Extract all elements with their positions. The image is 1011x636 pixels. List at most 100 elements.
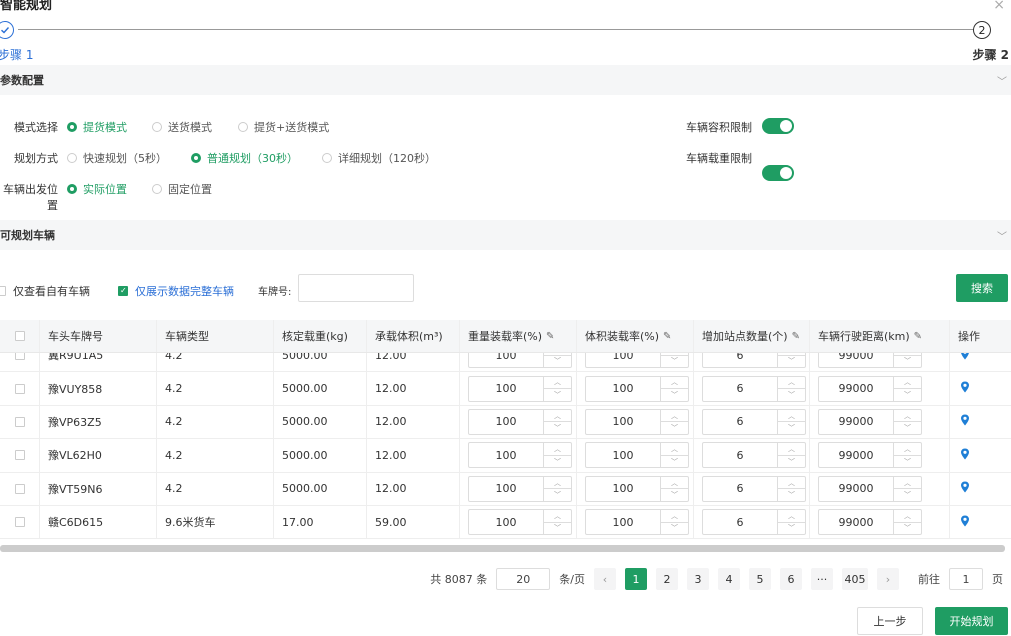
location-pin-icon[interactable] — [960, 381, 970, 396]
chevron-down-icon[interactable]: ﹀ — [778, 422, 805, 434]
table-row[interactable]: 豫VP63Z5 4.2 5000.00 12.00 100 ︿ ﹀ 100 ︿ ﹀ 6 ︿ ﹀ 99000… — [0, 405, 1011, 440]
stepper-value[interactable]: 6 — [703, 510, 777, 534]
stepper-value[interactable]: 6 — [703, 477, 777, 501]
page-4[interactable]: 4 — [718, 568, 740, 590]
stepper-value[interactable]: 99000 — [819, 443, 893, 467]
location-pin-icon[interactable] — [960, 481, 970, 496]
stepper-value[interactable]: 6 — [703, 443, 777, 467]
header-select-all[interactable] — [0, 320, 40, 352]
radio-start-fixed[interactable]: 固定位置 — [152, 181, 212, 197]
chevron-up-icon[interactable]: ︿ — [544, 377, 571, 390]
goto-page-input[interactable]: 1 — [949, 568, 983, 590]
chevron-up-icon[interactable]: ︿ — [894, 510, 921, 523]
stepper-value[interactable]: 99000 — [819, 477, 893, 501]
stepper-value[interactable]: 100 — [469, 443, 543, 467]
radio-plan-detailed[interactable]: 详细规划（120秒） — [322, 150, 436, 166]
number-stepper[interactable]: 100︿﹀ — [585, 353, 689, 369]
radio-start-actual[interactable]: 实际位置 — [67, 181, 127, 197]
table-body[interactable]: 冀R9U1A54.25000.0012.00100︿﹀100︿﹀6︿﹀99000… — [0, 353, 1011, 545]
stepper-value[interactable]: 100 — [586, 410, 660, 434]
chevron-down-icon[interactable]: ﹀ — [894, 456, 921, 468]
search-button[interactable]: 搜索 — [956, 274, 1008, 302]
number-stepper[interactable]: 100︿﹀ — [468, 408, 572, 435]
stepper-value[interactable]: 99000 — [819, 353, 893, 367]
number-stepper[interactable]: 100︿﹀ — [585, 442, 689, 469]
stepper-value[interactable]: 100 — [469, 510, 543, 534]
number-stepper[interactable]: 6︿﹀ — [702, 509, 806, 536]
radio-mode-delivery[interactable]: 送货模式 — [152, 119, 212, 135]
stepper-value[interactable]: 6 — [703, 410, 777, 434]
row-select-cell[interactable] — [0, 505, 40, 539]
weight-limit-toggle[interactable] — [762, 165, 794, 181]
complete-data-checkbox[interactable]: 仅展示数据完整车辆 — [118, 283, 234, 299]
table-row[interactable]: 豫VL62H0 4.2 5000.00 12.00 100 ︿ ﹀ 100 ︿ ﹀ 6 ︿ ﹀ 99000… — [0, 439, 1011, 473]
number-stepper[interactable]: 100︿﹀ — [585, 475, 689, 502]
chevron-down-icon[interactable]: ﹀ — [544, 456, 571, 468]
number-stepper[interactable]: 6︿﹀ — [702, 442, 806, 469]
plate-input[interactable] — [298, 274, 414, 302]
prev-step-button[interactable]: 上一步 — [857, 607, 923, 635]
number-stepper[interactable]: 6︿﹀ — [702, 353, 806, 369]
chevron-down-icon[interactable]: ﹀ — [661, 422, 688, 434]
close-icon[interactable]: × — [993, 0, 1005, 13]
edit-icon[interactable]: ✎ — [792, 331, 800, 342]
number-stepper[interactable]: 6︿﹀ — [702, 375, 806, 402]
stepper-value[interactable]: 100 — [586, 353, 660, 367]
stepper-value[interactable]: 6 — [703, 377, 777, 401]
more-pages-icon[interactable]: ··· — [811, 568, 833, 590]
edit-icon[interactable]: ✎ — [663, 331, 671, 342]
location-pin-icon[interactable] — [960, 515, 970, 530]
horizontal-scrollbar[interactable] — [0, 545, 1005, 552]
chevron-up-icon[interactable]: ︿ — [661, 510, 688, 523]
start-planning-button[interactable]: 开始规划 — [935, 607, 1008, 635]
chevron-up-icon[interactable]: ︿ — [778, 377, 805, 390]
number-stepper[interactable]: 100︿﹀ — [585, 408, 689, 435]
radio-mode-both[interactable]: 提货+送货模式 — [238, 119, 329, 135]
row-select-cell[interactable] — [0, 353, 40, 372]
radio-plan-normal[interactable]: 普通规划（30秒） — [191, 150, 298, 166]
number-stepper[interactable]: 100︿﹀ — [468, 442, 572, 469]
chevron-down-icon[interactable]: ﹀ — [544, 389, 571, 401]
page-5[interactable]: 5 — [749, 568, 771, 590]
chevron-up-icon[interactable]: ︿ — [778, 477, 805, 490]
chevron-down-icon[interactable]: ﹀ — [778, 389, 805, 401]
number-stepper[interactable]: 100︿﹀ — [468, 353, 572, 369]
number-stepper[interactable]: 99000︿﹀ — [818, 442, 922, 469]
table-row[interactable]: 赣C6D615 9.6米货车 17.00 59.00 100 ︿ ﹀ 100 ︿ ﹀ 6 ︿ ﹀ 9900… — [0, 505, 1011, 540]
chevron-up-icon[interactable]: ︿ — [544, 443, 571, 456]
volume-limit-toggle[interactable] — [762, 118, 794, 134]
row-select-cell[interactable] — [0, 405, 40, 439]
chevron-down-icon[interactable]: ﹀ — [778, 356, 805, 368]
number-stepper[interactable]: 99000︿﹀ — [818, 375, 922, 402]
chevron-up-icon[interactable]: ︿ — [544, 510, 571, 523]
chevron-up-icon[interactable]: ︿ — [894, 410, 921, 423]
page-405[interactable]: 405 — [842, 568, 868, 590]
table-row[interactable]: 豫VUY858 4.2 5000.00 12.00 100 ︿ ﹀ 100 ︿ ﹀ 6 ︿ ﹀ 99000… — [0, 372, 1011, 406]
table-row[interactable]: 豫VT59N6 4.2 5000.00 12.00 100 ︿ ﹀ 100 ︿ ﹀ 6 ︿ ﹀ 99000… — [0, 472, 1011, 506]
row-checkbox[interactable] — [14, 483, 25, 494]
chevron-up-icon[interactable]: ︿ — [661, 443, 688, 456]
chevron-up-icon[interactable]: ︿ — [661, 410, 688, 423]
location-pin-icon[interactable] — [960, 353, 970, 363]
chevron-down-icon[interactable]: ﹀ — [894, 356, 921, 368]
chevron-up-icon[interactable]: ︿ — [544, 410, 571, 423]
stepper-value[interactable]: 100 — [586, 377, 660, 401]
location-pin-icon[interactable] — [960, 448, 970, 463]
section-vehicles-header[interactable]: 可规划车辆 ﹀ — [0, 220, 1011, 250]
number-stepper[interactable]: 99000︿﹀ — [818, 509, 922, 536]
checkbox-box[interactable] — [0, 286, 6, 296]
number-stepper[interactable]: 100︿﹀ — [468, 509, 572, 536]
chevron-down-icon[interactable]: ﹀ — [894, 422, 921, 434]
stepper-value[interactable]: 100 — [586, 477, 660, 501]
row-checkbox[interactable] — [14, 517, 25, 528]
number-stepper[interactable]: 6︿﹀ — [702, 408, 806, 435]
stepper-value[interactable]: 6 — [703, 353, 777, 367]
chevron-down-icon[interactable]: ﹀ — [661, 456, 688, 468]
table-row[interactable]: 冀R9U1A54.25000.0012.00 100︿﹀ 100︿﹀ 6︿﹀ 99000… — [0, 353, 1011, 373]
chevron-down-icon[interactable]: ﹀ — [661, 523, 688, 535]
chevron-down-icon[interactable]: ﹀ — [997, 228, 1007, 243]
chevron-down-icon[interactable]: ﹀ — [778, 523, 805, 535]
chevron-down-icon[interactable]: ﹀ — [661, 389, 688, 401]
stepper-value[interactable]: 100 — [469, 477, 543, 501]
location-pin-icon[interactable] — [960, 414, 970, 429]
